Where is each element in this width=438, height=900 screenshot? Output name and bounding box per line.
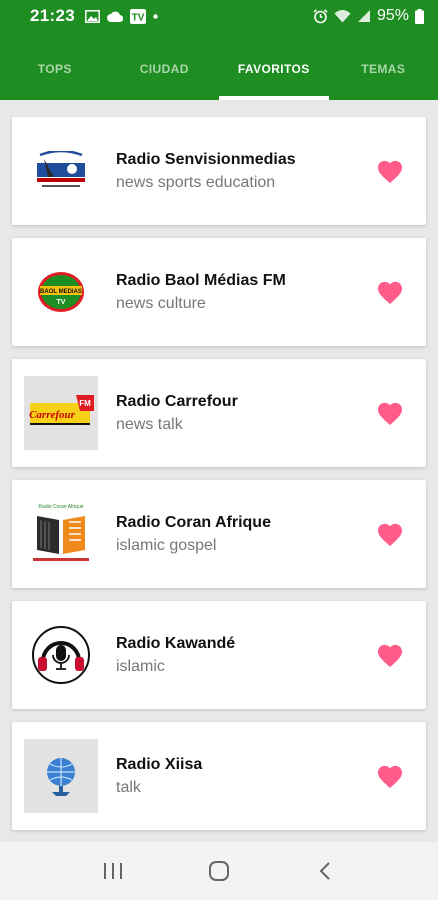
tab-temas[interactable]: TEMAS xyxy=(329,32,438,100)
status-bar: 21:23 TV 95% xyxy=(0,0,438,32)
station-card[interactable]: FM Carrefour Radio Carrefour news talk xyxy=(12,359,426,467)
tab-ciudad[interactable]: CIUDAD xyxy=(110,32,220,100)
svg-text:TV: TV xyxy=(132,12,145,23)
cloud-icon xyxy=(106,11,123,22)
station-card[interactable]: BAOL MEDIAS TV Radio Baol Médias FM news… xyxy=(12,238,426,346)
tv-app-icon: TV xyxy=(129,8,146,24)
station-card[interactable]: Radio Coran Afrique Radio Coran Afrique … xyxy=(12,480,426,588)
heart-icon[interactable] xyxy=(376,763,404,789)
tab-favoritos[interactable]: FAVORITOS xyxy=(219,32,329,100)
svg-text:Radio Coran Afrique: Radio Coran Afrique xyxy=(38,504,83,510)
tab-tops[interactable]: TOPS xyxy=(0,32,110,100)
station-card[interactable]: Radio Kawandé islamic xyxy=(12,601,426,709)
heart-icon[interactable] xyxy=(376,158,404,184)
station-card[interactable]: Radio Senvisionmedias news sports educat… xyxy=(12,117,426,225)
heart-icon[interactable] xyxy=(376,521,404,547)
status-right: 95% xyxy=(313,7,424,25)
battery-icon xyxy=(415,8,424,24)
xiisa-logo-icon xyxy=(24,739,98,813)
status-time: 21:23 xyxy=(30,6,75,25)
home-button[interactable] xyxy=(199,851,239,891)
back-icon xyxy=(319,862,330,880)
svg-text:Carrefour: Carrefour xyxy=(29,409,76,421)
kawande-logo-icon xyxy=(24,618,98,692)
favorites-list[interactable]: Radio Senvisionmedias news sports educat… xyxy=(0,100,438,842)
back-button[interactable] xyxy=(305,851,345,891)
coran-afrique-logo-icon: Radio Coran Afrique xyxy=(24,497,98,571)
system-navigation-bar xyxy=(0,842,438,900)
home-icon xyxy=(209,861,229,881)
battery-percentage: 95% xyxy=(376,7,409,24)
notification-icons: TV xyxy=(85,8,158,24)
dot-icon xyxy=(153,13,158,19)
recent-apps-icon xyxy=(104,863,122,879)
senvisionmedias-logo-icon xyxy=(24,134,98,208)
heart-icon[interactable] xyxy=(376,400,404,426)
signal-icon xyxy=(357,10,370,22)
svg-text:BAOL MEDIAS: BAOL MEDIAS xyxy=(40,289,82,295)
carrefour-logo-icon: FM Carrefour xyxy=(24,376,98,450)
baol-medias-logo-icon: BAOL MEDIAS TV xyxy=(24,255,98,329)
svg-text:TV: TV xyxy=(57,299,66,306)
heart-icon[interactable] xyxy=(376,642,404,668)
svg-text:FM: FM xyxy=(79,399,91,408)
station-card[interactable]: Radio Xiisa talk xyxy=(12,722,426,830)
tab-bar: TOPS CIUDAD FAVORITOS TEMAS xyxy=(0,32,438,100)
gallery-icon xyxy=(85,9,100,23)
alarm-icon xyxy=(313,8,328,23)
recent-apps-button[interactable] xyxy=(93,851,133,891)
heart-icon[interactable] xyxy=(376,279,404,305)
wifi-icon xyxy=(334,10,351,23)
